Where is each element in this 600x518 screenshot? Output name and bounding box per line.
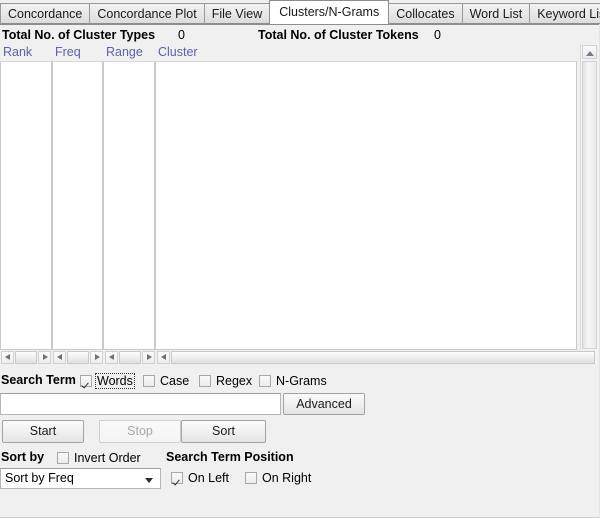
- n-grams-label: N-Grams: [276, 374, 327, 388]
- on-left-checkbox-box[interactable]: [171, 472, 183, 484]
- invert-order-label: Invert Order: [74, 451, 141, 465]
- total-cluster-tokens-value: 0: [434, 28, 441, 42]
- triangle-right-icon[interactable]: [142, 351, 155, 364]
- triangle-right-icon[interactable]: [38, 351, 51, 364]
- tab-concordance[interactable]: Concordance: [0, 3, 91, 24]
- tab-word-list[interactable]: Word List: [461, 3, 531, 24]
- stop-button: Stop: [99, 420, 181, 443]
- scrollbar-thumb[interactable]: [171, 351, 595, 364]
- sort-options-row: Sort by Invert Order Search Term Positio…: [0, 448, 600, 466]
- tab-concordance-plot[interactable]: Concordance Plot: [89, 3, 205, 24]
- tab-label: Collocates: [396, 7, 455, 21]
- triangle-up-icon[interactable]: [582, 45, 597, 59]
- search-term-label: Search Term: [1, 373, 76, 387]
- scrollbar-thumb[interactable]: [119, 351, 141, 364]
- search-term-row: Search Term Words Case Regex N-Grams: [0, 371, 600, 391]
- n-grams-checkbox-box[interactable]: [259, 375, 271, 387]
- tab-label: Word List: [469, 7, 523, 21]
- tab-bar: Concordance Concordance Plot File View Clus…: [0, 0, 600, 24]
- search-term-position-label: Search Term Position: [166, 450, 294, 464]
- case-checkbox[interactable]: Case: [143, 373, 190, 389]
- on-right-checkbox-box[interactable]: [245, 472, 257, 484]
- totals-bar: Total No. of Cluster Types 0 Total No. o…: [0, 24, 600, 45]
- tab-clusters-n-grams[interactable]: Clusters/N-Grams: [269, 0, 390, 24]
- on-left-label: On Left: [188, 471, 229, 485]
- scrollbar-thumb[interactable]: [67, 351, 89, 364]
- triangle-left-icon[interactable]: [157, 351, 170, 364]
- column-body-range[interactable]: [103, 61, 155, 350]
- tab-label: File View: [211, 7, 263, 21]
- on-right-label: On Right: [262, 471, 312, 485]
- vertical-scrollbar-track[interactable]: [582, 61, 597, 349]
- advanced-button[interactable]: Advanced: [283, 393, 365, 415]
- sort-button-label: Sort: [212, 424, 235, 438]
- column-header-label: Range: [106, 45, 143, 59]
- regex-checkbox[interactable]: Regex: [199, 373, 253, 389]
- column-header-label: Freq: [55, 45, 81, 59]
- sort-button[interactable]: Sort: [181, 420, 266, 443]
- tab-file-view[interactable]: File View: [203, 3, 271, 24]
- regex-checkbox-box[interactable]: [199, 375, 211, 387]
- tab-label: Concordance Plot: [97, 7, 197, 21]
- tab-keyword-list[interactable]: Keyword List: [529, 3, 600, 24]
- total-cluster-types-label: Total No. of Cluster Types: [2, 28, 156, 42]
- column-header-range[interactable]: Range: [106, 44, 158, 61]
- triangle-left-icon[interactable]: [1, 351, 14, 364]
- n-grams-checkbox[interactable]: N-Grams: [259, 373, 328, 389]
- antconc-window: Concordance Concordance Plot File View Clus…: [0, 0, 600, 518]
- column-header-cluster[interactable]: Cluster: [158, 44, 580, 61]
- column-header-label: Cluster: [158, 45, 198, 59]
- triangle-right-icon[interactable]: [90, 351, 103, 364]
- column-body-freq[interactable]: [52, 61, 103, 350]
- case-label: Case: [160, 374, 190, 388]
- words-checkbox-box[interactable]: [80, 375, 92, 387]
- case-checkbox-box[interactable]: [143, 375, 155, 387]
- tab-collocates[interactable]: Collocates: [388, 3, 463, 24]
- on-left-checkbox[interactable]: On Left: [171, 470, 230, 486]
- invert-order-checkbox[interactable]: Invert Order: [57, 450, 142, 466]
- stop-button-label: Stop: [127, 424, 153, 438]
- tab-label: Clusters/N-Grams: [279, 5, 380, 19]
- start-button-label: Start: [29, 424, 57, 438]
- column-scrollbar-3[interactable]: [104, 350, 156, 366]
- regex-label: Regex: [216, 374, 253, 388]
- triangle-left-icon[interactable]: [53, 351, 66, 364]
- sort-by-select[interactable]: Sort by Freq: [0, 468, 161, 489]
- column-scrollbar-2[interactable]: [52, 350, 104, 366]
- cluster-results-table: Rank Freq Range Cluster: [0, 44, 600, 370]
- total-cluster-tokens-label: Total No. of Cluster Tokens: [258, 28, 419, 42]
- words-label: Words: [95, 373, 135, 389]
- column-body-rank[interactable]: [0, 61, 52, 350]
- sort-by-label: Sort by: [1, 450, 45, 464]
- tab-label: Concordance: [8, 7, 83, 21]
- column-body-cluster[interactable]: [155, 61, 577, 350]
- triangle-left-icon[interactable]: [105, 351, 118, 364]
- column-scrollbar-4[interactable]: [156, 350, 598, 366]
- column-scrollbars: [0, 350, 600, 367]
- scrollbar-thumb[interactable]: [15, 351, 37, 364]
- invert-order-checkbox-box[interactable]: [57, 452, 69, 464]
- search-input[interactable]: [0, 393, 281, 415]
- column-header-freq[interactable]: Freq: [55, 44, 106, 61]
- chevron-down-icon[interactable]: [145, 478, 153, 483]
- words-checkbox[interactable]: Words: [80, 373, 135, 389]
- vertical-scrollbar[interactable]: [580, 44, 598, 350]
- column-header-label: Rank: [3, 45, 33, 59]
- tab-label: Keyword List: [537, 7, 600, 21]
- sort-by-select-value: Sort by Freq: [5, 471, 74, 485]
- column-header-rank[interactable]: Rank: [3, 44, 55, 61]
- advanced-button-label: Advanced: [296, 397, 352, 411]
- total-cluster-types-value: 0: [178, 28, 185, 42]
- start-button[interactable]: Start: [2, 420, 84, 443]
- column-scrollbar-1[interactable]: [0, 350, 52, 366]
- on-right-checkbox[interactable]: On Right: [245, 470, 312, 486]
